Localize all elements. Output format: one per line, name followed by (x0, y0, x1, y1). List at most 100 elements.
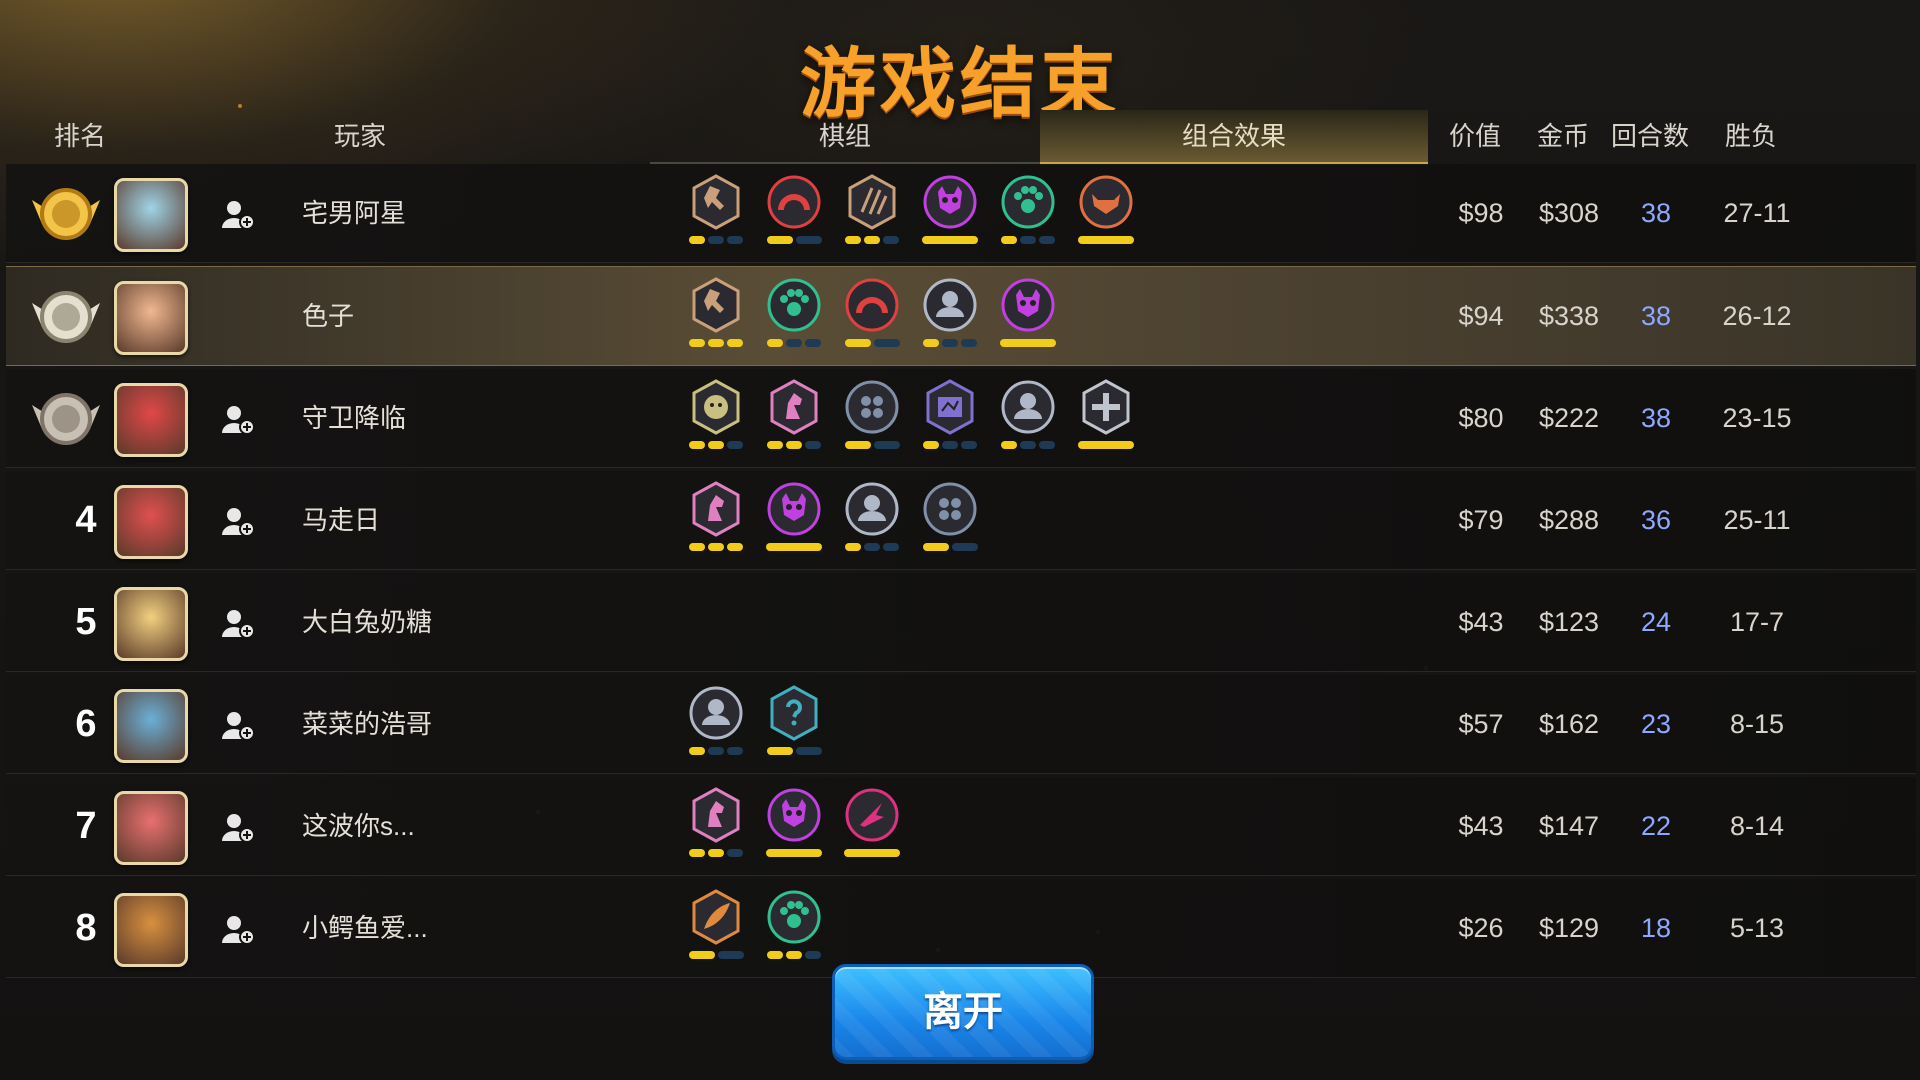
player-avatar[interactable] (114, 383, 188, 457)
add-friend-icon[interactable] (220, 196, 256, 232)
player-gold: $147 (1538, 811, 1600, 841)
player-avatar[interactable] (114, 689, 188, 763)
assassin-icon (842, 785, 902, 845)
cross-icon (1076, 377, 1136, 437)
synergy-badge[interactable] (998, 377, 1058, 461)
table-header: 排名 玩家 棋组 组合效果 价值 金币 回合数 胜负 (0, 110, 1920, 165)
player-avatar[interactable] (114, 281, 188, 355)
synergy-badge[interactable] (1076, 377, 1136, 461)
human-icon (842, 479, 902, 539)
player-gold: $129 (1538, 913, 1600, 943)
synergy-level-pips (842, 849, 902, 857)
synergy-badge[interactable] (998, 172, 1058, 256)
rank-number: 8 (75, 907, 97, 949)
player-gold: $288 (1538, 505, 1600, 535)
rank-number: 4 (75, 499, 97, 541)
player-record: 8-14 (1729, 811, 1785, 841)
synergy-level-pips (842, 236, 902, 244)
add-friend-icon[interactable] (220, 809, 256, 845)
player-record: 26-12 (1722, 301, 1792, 331)
player-avatar[interactable] (114, 893, 188, 967)
add-friend-icon[interactable] (220, 503, 256, 539)
synergy-level-pips (764, 441, 824, 449)
synergy-badge[interactable] (686, 683, 746, 767)
header-record: 胜负 (1724, 121, 1777, 151)
demon-icon (764, 479, 824, 539)
tab-chess[interactable]: 棋组 (650, 110, 1040, 164)
synergy-badge[interactable] (764, 785, 824, 869)
player-value: $57 (1458, 709, 1504, 739)
add-friend-icon[interactable] (220, 605, 256, 641)
player-gold: $123 (1538, 607, 1600, 637)
human-icon (920, 275, 980, 335)
synergy-badge[interactable] (686, 479, 746, 563)
synergy-badge[interactable] (764, 887, 824, 971)
synergy-badge[interactable] (920, 377, 980, 461)
player-gold: $222 (1538, 403, 1600, 433)
synergy-level-pips (1076, 441, 1136, 449)
player-gold: $162 (1538, 709, 1600, 739)
synergy-badge[interactable] (842, 785, 902, 869)
header-rank: 排名 (53, 121, 106, 151)
silver-medal-icon (28, 283, 104, 349)
synergy-level-pips (998, 441, 1058, 449)
synergy-badge[interactable] (842, 377, 902, 461)
player-value: $79 (1458, 505, 1504, 535)
synergy-badge[interactable] (686, 172, 746, 256)
horned-helmet-icon (1076, 172, 1136, 232)
player-rounds: 38 (1640, 403, 1672, 433)
synergy-badge[interactable] (842, 275, 902, 359)
human-icon (686, 683, 746, 743)
synergy-level-pips (842, 339, 902, 347)
player-value: $80 (1458, 403, 1504, 433)
player-row: 守卫降临 $80 $222 38 23-15 (6, 369, 1916, 468)
synergy-badge[interactable] (686, 785, 746, 869)
synergy-badge[interactable] (920, 275, 980, 359)
synergy-badge[interactable] (842, 172, 902, 256)
add-friend-icon[interactable] (220, 401, 256, 437)
synergy-badge[interactable] (686, 377, 746, 461)
synergy-badge[interactable] (1076, 172, 1136, 256)
synergy-badge[interactable] (764, 479, 824, 563)
feather-icon (686, 887, 746, 947)
player-row: 色子 $94 $338 38 26-12 (6, 266, 1916, 366)
knight-icon (686, 785, 746, 845)
rank-number: 5 (75, 601, 97, 643)
synergy-badge[interactable] (764, 275, 824, 359)
gold-medal-icon (28, 180, 104, 246)
synergy-level-pips (686, 236, 746, 244)
add-friend-icon[interactable] (220, 911, 256, 947)
human-icon (998, 377, 1058, 437)
synergy-badge[interactable] (686, 887, 746, 971)
leave-button[interactable]: 离开 (832, 964, 1094, 1060)
mage-icon (920, 377, 980, 437)
tab-combo[interactable]: 组合效果 (1040, 110, 1428, 165)
synergy-level-pips (920, 543, 980, 551)
player-name: 守卫降临 (302, 403, 407, 433)
synergy-badge[interactable] (998, 275, 1058, 359)
player-row: 7 这波你s... $43 $147 22 8-14 (6, 777, 1916, 876)
arch-icon (764, 172, 824, 232)
player-avatar[interactable] (114, 587, 188, 661)
arch-icon (842, 275, 902, 335)
synergy-level-pips (686, 747, 746, 755)
player-avatar[interactable] (114, 791, 188, 865)
synergy-level-pips (920, 236, 980, 244)
player-name: 菜菜的浩哥 (302, 709, 433, 739)
synergy-badge[interactable] (842, 479, 902, 563)
synergy-badge[interactable] (764, 377, 824, 461)
synergy-badge[interactable] (764, 683, 824, 767)
knight-icon (686, 479, 746, 539)
player-name: 小鳄鱼爱... (302, 913, 428, 943)
player-avatar[interactable] (114, 485, 188, 559)
synergy-level-pips (920, 441, 980, 449)
rank-number: 7 (75, 805, 97, 847)
player-rounds: 22 (1640, 811, 1672, 841)
synergy-badge[interactable] (686, 275, 746, 359)
synergy-badge[interactable] (920, 479, 980, 563)
synergy-badge[interactable] (764, 172, 824, 256)
synergy-badge[interactable] (920, 172, 980, 256)
add-friend-icon[interactable] (220, 707, 256, 743)
player-avatar[interactable] (114, 178, 188, 252)
header-rounds: 回合数 (1610, 121, 1689, 151)
